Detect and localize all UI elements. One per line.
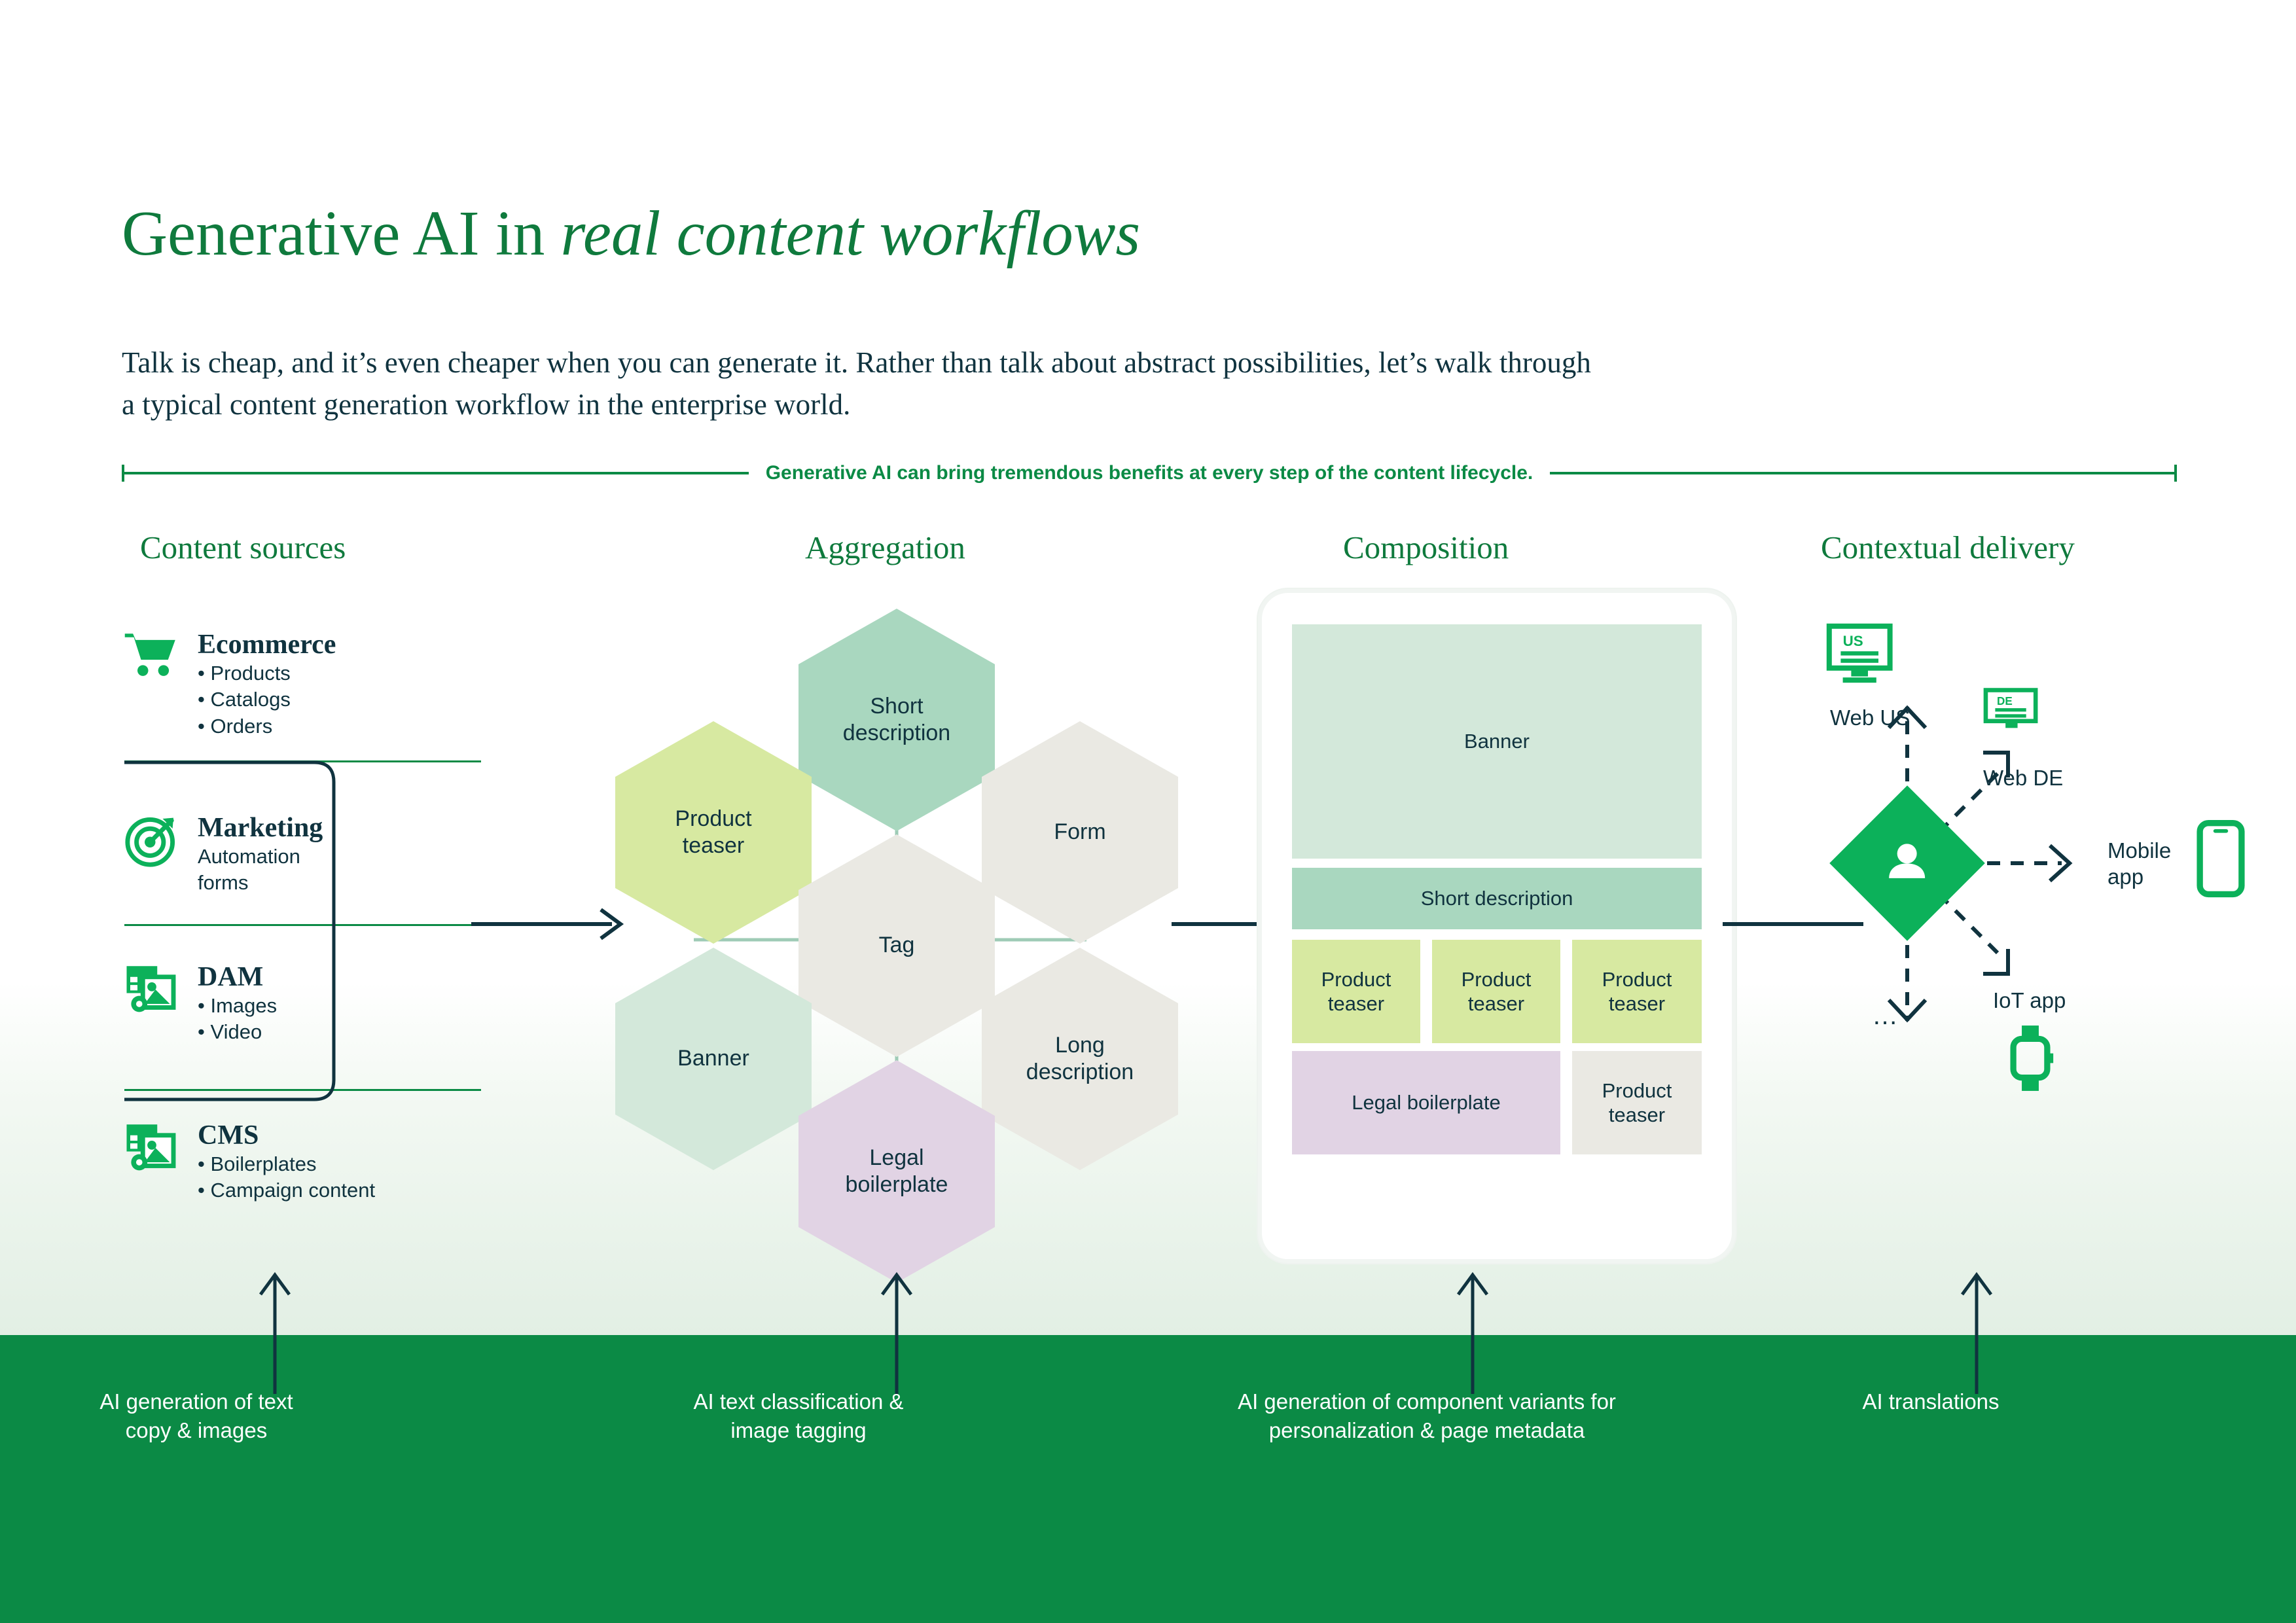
aggregation-hex-cluster: Short description Product teaser Form Ta… bbox=[615, 609, 1178, 1283]
composition-tile-legal-boilerplate[interactable]: Legal boilerplate bbox=[1292, 1051, 1560, 1154]
source-name: Ecommerce bbox=[198, 630, 336, 660]
smartphone-icon bbox=[2196, 819, 2246, 901]
ai-arrow-4 bbox=[1960, 1272, 1993, 1394]
ai-caption-generation: AI generation of text copy & images bbox=[99, 1389, 293, 1443]
hex-label: Form bbox=[1054, 819, 1106, 845]
page-title: Generative AI in real content workflows bbox=[122, 198, 1823, 268]
tile-label: Banner bbox=[1464, 730, 1530, 753]
rule-line-right bbox=[1550, 472, 2174, 474]
composition-tile-product-teaser-3[interactable]: Product teaser bbox=[1572, 940, 1702, 1043]
page-title-italic: real content workflows bbox=[560, 198, 1141, 268]
monitor-us-icon: US bbox=[1826, 623, 1899, 689]
ai-arrow-3 bbox=[1456, 1272, 1489, 1394]
source-bullet: • Boilerplates bbox=[198, 1152, 317, 1176]
tile-label: Product teaser bbox=[1602, 967, 1672, 1015]
lifecycle-label: Generative AI can bring tremendous benef… bbox=[765, 462, 1534, 484]
channel-label-more: … bbox=[1872, 1001, 1900, 1030]
composition-tile-product-teaser-1[interactable]: Product teaser bbox=[1292, 940, 1420, 1043]
channel-label-mobile-app: Mobile app bbox=[2108, 838, 2172, 889]
svg-text:DE: DE bbox=[1997, 695, 2013, 707]
ai-caption-classification: AI text classification & image tagging bbox=[693, 1389, 904, 1443]
channel-label-iot-app: IoT app bbox=[1993, 988, 2066, 1012]
source-item-ecommerce: Ecommerce • Products • Catalogs • Orders bbox=[123, 628, 336, 740]
column-header-aggregation: Aggregation bbox=[805, 529, 965, 565]
ai-caption-variants: AI generation of component variants for … bbox=[1238, 1389, 1616, 1443]
ai-arrow-1 bbox=[259, 1272, 291, 1394]
source-name: CMS bbox=[198, 1120, 259, 1150]
hex-label: Long description bbox=[1026, 1032, 1134, 1084]
channel-label-web-de: Web DE bbox=[1983, 766, 2064, 790]
composition-tile-product-teaser-4[interactable]: Product teaser bbox=[1572, 1051, 1702, 1154]
column-header-content-sources: Content sources bbox=[140, 529, 346, 565]
source-bullet: • Campaign content bbox=[198, 1179, 376, 1202]
ai-caption-translations: AI translations bbox=[1862, 1389, 2000, 1414]
page-title-plain: Generative AI in bbox=[122, 198, 561, 268]
contextual-delivery-group: US Web US DE Web DE Mobile app IoT app … bbox=[1767, 589, 2265, 1217]
user-persona-icon bbox=[1881, 836, 1933, 891]
intro-paragraph: Talk is cheap, and it’s even cheaper whe… bbox=[122, 346, 1591, 421]
tile-label: Short description bbox=[1420, 887, 1573, 910]
flow-arrow-sources-to-aggregation bbox=[471, 908, 624, 940]
hex-label: Tag bbox=[878, 933, 915, 958]
media-assets-icon bbox=[123, 1119, 181, 1177]
hex-label: Banner bbox=[677, 1046, 749, 1071]
composition-tile-product-teaser-2[interactable]: Product teaser bbox=[1432, 940, 1560, 1043]
composition-page-panel: Banner Short description Product teaser … bbox=[1258, 589, 1736, 1263]
lifecycle-rule: Generative AI can bring tremendous benef… bbox=[122, 458, 2177, 488]
smartwatch-icon bbox=[2006, 1024, 2054, 1096]
source-bullet: • Orders bbox=[198, 714, 273, 738]
channel-label-web-us: Web US bbox=[1830, 705, 1910, 730]
hex-label: Legal boilerplate bbox=[845, 1145, 948, 1197]
source-details: • Products • Catalogs • Orders bbox=[198, 660, 336, 740]
tile-label: Legal boilerplate bbox=[1352, 1091, 1501, 1115]
shopping-cart-icon bbox=[123, 628, 181, 686]
composition-tile-short-description[interactable]: Short description bbox=[1292, 868, 1702, 929]
composition-tile-banner[interactable]: Banner bbox=[1292, 624, 1702, 859]
hex-label: Short description bbox=[842, 693, 951, 745]
tile-label: Product teaser bbox=[1602, 1079, 1672, 1126]
source-details: • Boilerplates • Campaign content bbox=[198, 1151, 375, 1204]
hex-label: Product teaser bbox=[675, 806, 752, 858]
source-item-cms: CMS • Boilerplates • Campaign content bbox=[123, 1119, 375, 1204]
tile-label: Product teaser bbox=[1461, 967, 1532, 1015]
svg-text:US: US bbox=[1843, 633, 1863, 649]
rule-cap-right bbox=[2174, 465, 2177, 482]
column-header-contextual-delivery: Contextual delivery bbox=[1821, 529, 2075, 565]
source-bullet: • Products bbox=[198, 662, 291, 685]
column-header-composition: Composition bbox=[1343, 529, 1509, 565]
rule-line-left bbox=[124, 472, 749, 474]
monitor-de-icon: DE bbox=[1983, 687, 2043, 743]
ai-arrow-2 bbox=[880, 1272, 913, 1394]
tile-label: Product teaser bbox=[1321, 967, 1391, 1015]
source-bullet: • Catalogs bbox=[198, 688, 291, 711]
